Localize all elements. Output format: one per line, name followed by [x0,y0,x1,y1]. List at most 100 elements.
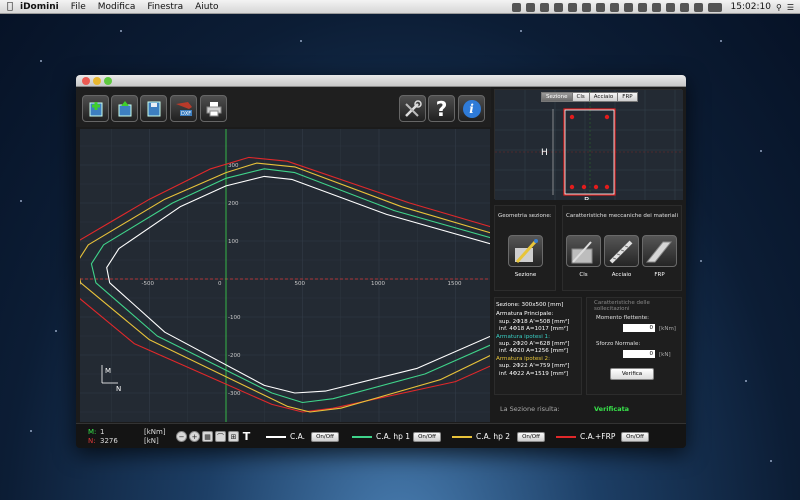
save-icon [147,101,160,116]
toggle-frp[interactable]: On/Off [621,432,649,442]
legend-line-ca [266,436,286,438]
tab-acciaio[interactable]: Acciaio [588,92,619,102]
menu-app-name[interactable]: iDomini [20,2,59,12]
n-value: 3276 [100,437,118,445]
section-button[interactable] [508,235,543,267]
m-label: M: [88,428,97,436]
result-value: Verificata [594,405,630,413]
grid-lines [80,126,686,432]
legend-frp-label: C.A.+FRP [580,432,616,441]
menu-aiuto[interactable]: Aiuto [195,2,218,12]
axes-icon: ⊞ [230,432,237,441]
tray-icon[interactable] [553,2,563,12]
axes-button[interactable]: ⊞ [228,431,239,442]
menu-finestra[interactable]: Finestra [147,2,183,12]
cls-button[interactable] [566,235,601,267]
y-tick-label: -100 [228,315,241,321]
section-tabs: Sezione Cls Acciaio FRP [541,92,638,102]
volume-icon[interactable] [693,2,703,12]
help-button[interactable]: ? [428,95,455,122]
domain-plot[interactable]: -00-1500-1000-50005001000150020002500300… [76,125,686,432]
open-document-icon [118,100,131,116]
tray-icon[interactable] [609,2,619,12]
toggle-hp1[interactable]: On/Off [413,432,441,442]
principal-rebar-inf: inf. 4Φ18 A=1017 [mm²] [499,326,569,333]
section-edit-icon [515,239,538,264]
menu-file[interactable]: File [71,2,86,12]
app-window: DXF ? i -00-1500-10 [76,75,686,448]
tools-icon [404,99,422,117]
new-document-icon [89,101,102,116]
grid-icon: ▦ [204,432,211,441]
interaction-domain-chart[interactable]: -00-1500-1000-50005001000150020002500300… [76,125,686,432]
notification-icon[interactable]: ☰ [787,3,794,12]
save-button[interactable] [140,95,167,122]
x-tick-label: -500 [142,281,155,287]
tray-icon[interactable] [595,2,605,12]
info-button[interactable]: i [458,95,485,122]
section-dimension: Sezione: 300x500 [mm] [496,302,564,308]
curve-icon: ⌒ [217,432,224,441]
clock[interactable]: 15:02:10 [731,2,771,12]
steel-bar-icon [609,240,633,264]
title-bar[interactable] [76,75,686,87]
print-button[interactable] [200,95,227,122]
zoom-in-button[interactable]: + [189,431,200,442]
legend-ca-label: C.A. [290,432,306,441]
spotlight-icon[interactable]: ⚲ [776,3,782,12]
normal-input[interactable]: 0 [623,350,655,358]
grid-button[interactable]: ▦ [202,431,213,442]
curve-button[interactable]: ⌒ [215,431,226,442]
tray-icon[interactable] [567,2,577,12]
plus-icon: + [191,432,198,441]
new-file-button[interactable] [82,95,109,122]
tray-icon[interactable] [525,2,535,12]
zoom-out-button[interactable]: − [176,431,187,442]
minus-icon: − [178,432,185,441]
tab-cls[interactable]: Cls [571,92,590,102]
verify-button[interactable]: Verifica [610,368,654,380]
tray-icon[interactable] [539,2,549,12]
legend-line-hp1 [352,436,372,438]
frp-button-label: FRP [654,272,665,278]
result-label: La Sezione risulta: [500,405,560,413]
legend-line-frp [556,436,576,438]
export-dxf-button[interactable]: DXF [170,95,197,122]
bluetooth-icon[interactable] [651,2,661,12]
y-tick-label: 100 [228,239,239,245]
acciaio-button-label: Acciaio [611,272,632,278]
materials-title: Caratteristiche meccaniche dei materiali [566,213,678,219]
tray-icon[interactable] [581,2,591,12]
tray-icon[interactable] [637,2,647,12]
axis-m-label: M [105,367,111,375]
close-window-button[interactable] [82,77,90,85]
zoom-window-button[interactable] [104,77,112,85]
tab-frp[interactable]: FRP [617,92,638,102]
status-tray: 15:02:10 ⚲ ☰ [511,0,794,14]
tray-icon[interactable] [511,2,521,12]
text-button[interactable]: T [241,430,252,443]
frp-button[interactable] [642,235,677,267]
section-height-label: H [541,148,548,158]
cls-button-label: Cls [579,272,588,278]
toggle-ca[interactable]: On/Off [311,432,339,442]
open-file-button[interactable] [111,95,138,122]
frp-icon [645,241,673,263]
minimize-window-button[interactable] [93,77,101,85]
apple-icon[interactable]:  [0,1,20,12]
battery-icon[interactable] [707,2,722,12]
hyp1-rebar-title: Armatura ipotesi 1: [496,333,551,340]
menu-modifica[interactable]: Modifica [98,2,136,12]
tray-icon[interactable] [623,2,633,12]
settings-button[interactable] [399,95,426,122]
toggle-hp2[interactable]: On/Off [517,432,545,442]
section-base-label: B [584,196,590,200]
info-icon: i [462,99,481,118]
moment-input[interactable]: 0 [623,324,655,332]
bottom-bar: M: 1 N: 3276 [kNm] [kN] − + ▦ ⌒ ⊞ T C.A.… [76,423,686,448]
time-machine-icon[interactable] [665,2,675,12]
wifi-icon[interactable] [679,2,689,12]
section-preview-panel: H B [494,89,683,205]
tab-sezione[interactable]: Sezione [541,92,573,102]
acciaio-button[interactable] [604,235,639,267]
